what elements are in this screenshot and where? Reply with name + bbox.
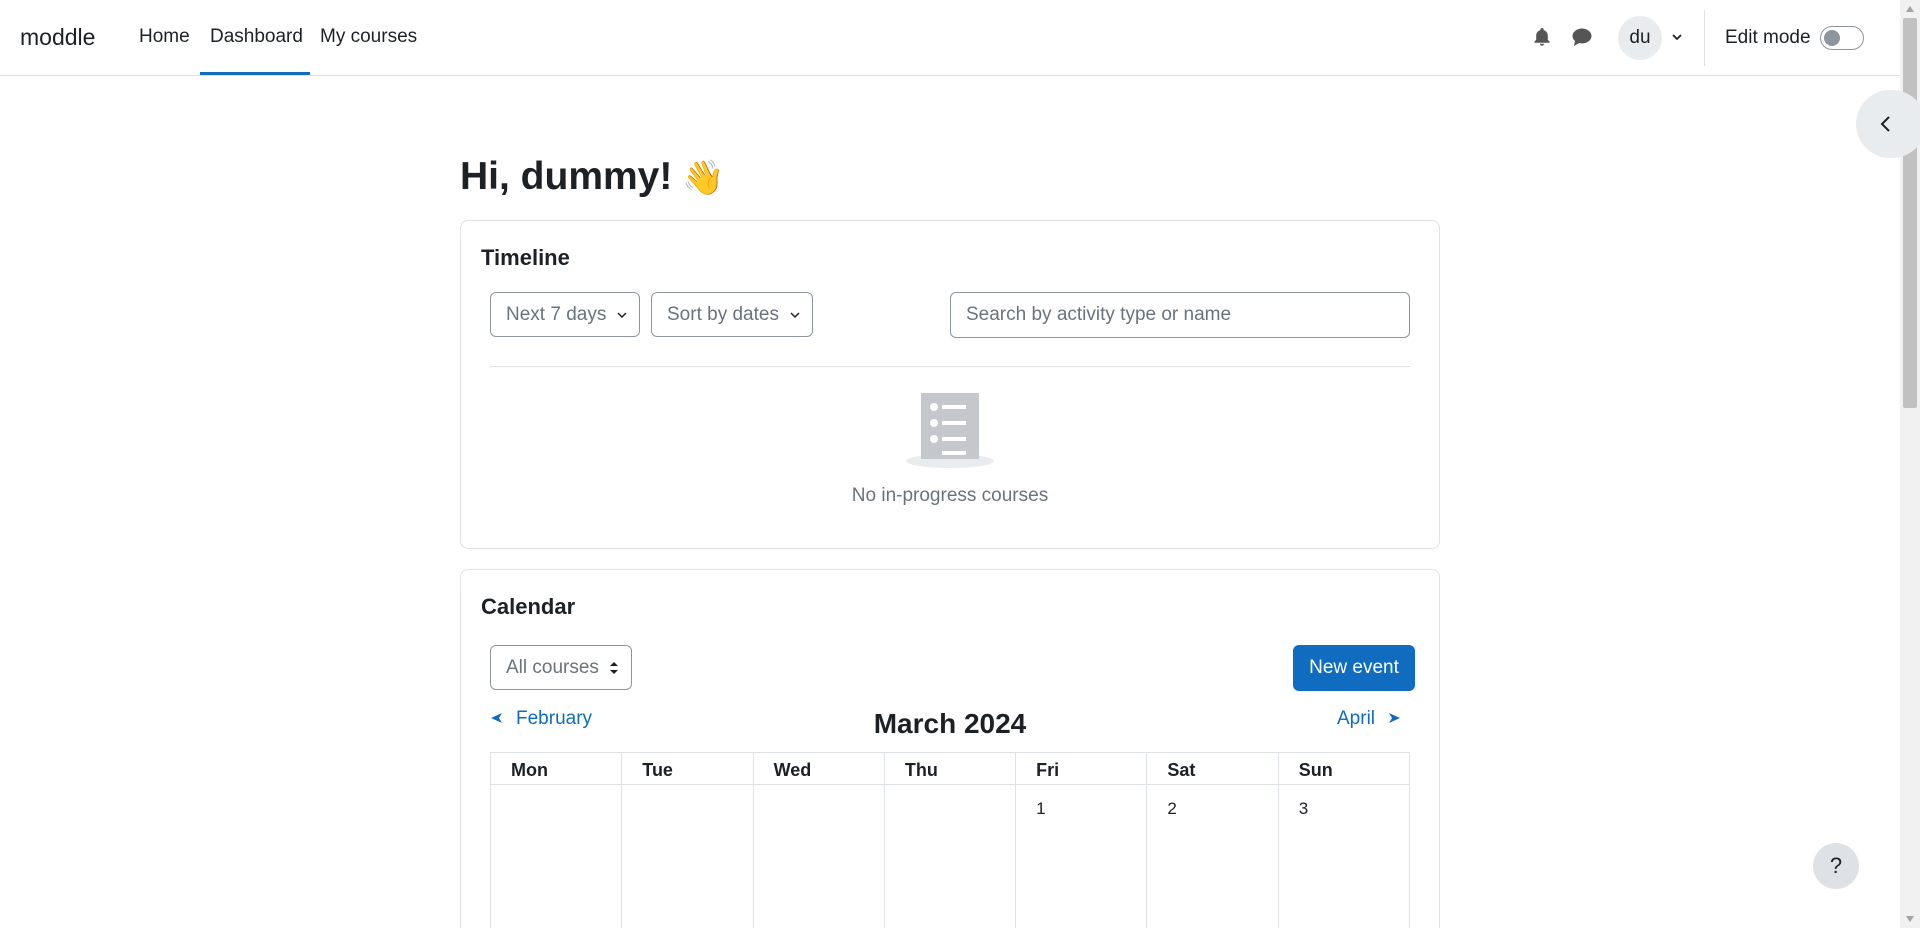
waving-hand-icon: 👋 bbox=[682, 159, 725, 197]
timeline-range-dropdown[interactable]: Next 7 days bbox=[490, 292, 640, 337]
user-avatar[interactable]: du bbox=[1618, 16, 1662, 60]
timeline-sort-dropdown[interactable]: Sort by dates bbox=[651, 292, 813, 337]
avatar-initials: du bbox=[1629, 27, 1651, 48]
edit-mode-label: Edit mode bbox=[1725, 27, 1811, 48]
weekday-header: Wed bbox=[753, 753, 885, 785]
nav-my-courses[interactable]: My courses bbox=[320, 26, 417, 48]
chevron-down-icon bbox=[617, 311, 627, 318]
scroll-up-arrow-icon[interactable] bbox=[1906, 6, 1914, 12]
timeline-title: Timeline bbox=[481, 245, 570, 270]
arrow-right-icon bbox=[1389, 713, 1401, 723]
sort-arrows-icon bbox=[609, 661, 618, 674]
toggle-knob bbox=[1824, 30, 1840, 46]
page-title: Hi, dummy! bbox=[460, 155, 673, 198]
calendar-day-cell[interactable] bbox=[754, 785, 885, 928]
chevron-left-icon bbox=[1880, 116, 1890, 132]
nav-dashboard[interactable]: Dashboard bbox=[210, 26, 303, 48]
timeline-empty-message: No in-progress courses bbox=[851, 485, 1049, 506]
calendar-day-cell[interactable]: 2 bbox=[1147, 785, 1279, 928]
weekday-header: Fri bbox=[1016, 753, 1148, 785]
weekday-header: Sun bbox=[1278, 753, 1410, 785]
calendar-header-row: Mon Tue Wed Thu Fri Sat Sun bbox=[491, 753, 1410, 785]
calendar-block: Calendar All courses New event February … bbox=[460, 569, 1440, 928]
nav-home[interactable]: Home bbox=[139, 26, 190, 48]
calendar-day-cell[interactable]: 1 bbox=[1016, 785, 1148, 928]
empty-list-icon bbox=[906, 393, 994, 468]
chevron-down-icon[interactable] bbox=[1670, 30, 1684, 44]
weekday-header: Thu bbox=[884, 753, 1017, 785]
site-brand[interactable]: moddle bbox=[20, 24, 95, 51]
navbar-divider bbox=[1704, 10, 1705, 66]
nav-active-indicator bbox=[200, 72, 310, 75]
calendar-day-cell[interactable] bbox=[885, 785, 1017, 928]
timeline-sort-label: Sort by dates bbox=[667, 303, 779, 325]
timeline-divider bbox=[490, 366, 1410, 367]
weekday-header: Sat bbox=[1147, 753, 1279, 785]
chevron-down-icon bbox=[790, 311, 800, 318]
speech-bubble-icon[interactable] bbox=[1571, 26, 1593, 48]
top-navbar: moddle Home Dashboard My courses du Edit… bbox=[0, 0, 1900, 76]
scroll-thumb[interactable] bbox=[1903, 18, 1917, 408]
timeline-range-label: Next 7 days bbox=[506, 303, 607, 325]
bell-icon[interactable] bbox=[1531, 26, 1553, 48]
calendar-grid: Mon Tue Wed Thu Fri Sat Sun 1 2 3 bbox=[490, 752, 1410, 928]
help-button[interactable]: ? bbox=[1813, 843, 1859, 889]
new-event-button[interactable]: New event bbox=[1293, 645, 1415, 691]
next-month-link[interactable]: April bbox=[1337, 708, 1401, 730]
weekday-header: Tue bbox=[622, 753, 754, 785]
edit-mode-toggle[interactable] bbox=[1820, 26, 1864, 50]
scroll-down-arrow-icon[interactable] bbox=[1906, 916, 1914, 922]
current-month-title: March 2024 bbox=[873, 708, 1027, 739]
calendar-title: Calendar bbox=[481, 594, 576, 619]
calendar-day-cell[interactable] bbox=[491, 785, 623, 928]
calendar-course-label: All courses bbox=[506, 656, 599, 678]
next-month-label: April bbox=[1337, 708, 1376, 729]
weekday-header: Mon bbox=[491, 753, 623, 785]
timeline-block: Timeline Next 7 days Sort by dates No in… bbox=[460, 220, 1440, 549]
timeline-search-input[interactable] bbox=[950, 292, 1410, 338]
calendar-course-select[interactable]: All courses bbox=[490, 645, 632, 690]
open-block-drawer-button[interactable] bbox=[1856, 90, 1920, 158]
calendar-day-cell[interactable]: 3 bbox=[1279, 785, 1410, 928]
calendar-day-cell[interactable] bbox=[622, 785, 754, 928]
calendar-week-row: 1 2 3 bbox=[491, 785, 1410, 928]
